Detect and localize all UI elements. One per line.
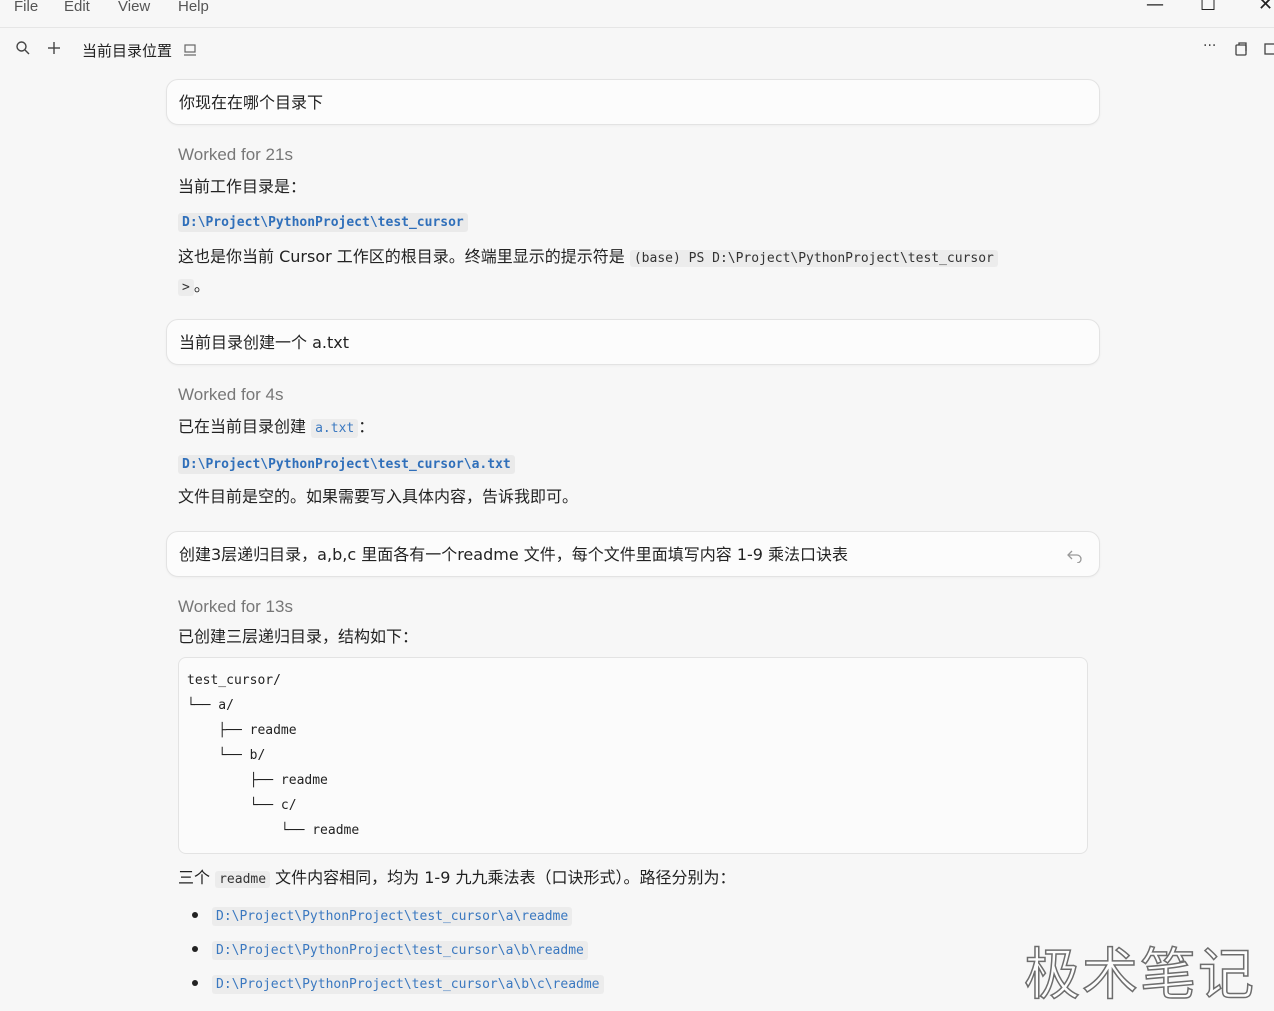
- user-message-text: 你现在在哪个目录下: [179, 93, 324, 112]
- conversation: 你现在在哪个目录下 Worked for 21s 当前工作目录是： D:\Pro…: [166, 79, 1100, 1000]
- search-icon[interactable]: [15, 40, 31, 60]
- user-message-text: 创建3层递归目录，a,b,c 里面各有一个readme 文件，每个文件里面填写内…: [179, 545, 849, 564]
- path-line: D:\Project\PythonProject\test_cursor: [178, 209, 1088, 235]
- panel-icon[interactable]: [1264, 41, 1274, 61]
- tree-line: ├── readme: [187, 773, 328, 788]
- menu-edit[interactable]: Edit: [64, 0, 90, 15]
- response-heading: 当前工作目录是：: [178, 177, 307, 196]
- response-heading: 已创建三层递归目录，结构如下：: [178, 627, 419, 646]
- user-message[interactable]: 当前目录创建一个 a.txt: [166, 319, 1100, 365]
- tree-line: ├── readme: [187, 723, 297, 738]
- list-item: D:\Project\PythonProject\test_cursor\a\b…: [178, 932, 1100, 966]
- menu-help[interactable]: Help: [178, 0, 209, 15]
- list-item: D:\Project\PythonProject\test_cursor\a\b…: [178, 966, 1100, 1000]
- maximize-button[interactable]: ☐: [1200, 0, 1216, 15]
- menu-view[interactable]: View: [118, 0, 150, 15]
- note-end: 。: [193, 276, 210, 295]
- response-summary: 三个 readme 文件内容相同，均为 1-9 九九乘法表（口诀形式）。路径分别…: [178, 866, 1088, 892]
- worked-duration[interactable]: Worked for 13s: [178, 597, 1088, 617]
- prompt-code: (base) PS D:\Project\PythonProject\test_…: [629, 250, 998, 267]
- restore-icon[interactable]: [1067, 532, 1083, 578]
- response-note: 文件目前是空的。如果需要写入具体内容，告诉我即可。: [178, 487, 579, 506]
- path-code[interactable]: D:\Project\PythonProject\test_cursor\a.t…: [178, 455, 515, 474]
- export-icon[interactable]: [1234, 41, 1248, 61]
- list-item: D:\Project\PythonProject\test_cursor\a\r…: [178, 898, 1100, 932]
- minimize-button[interactable]: —: [1146, 0, 1164, 15]
- close-button[interactable]: ✕: [1258, 0, 1273, 15]
- summary-text: 三个: [178, 868, 216, 887]
- user-message[interactable]: 你现在在哪个目录下: [166, 79, 1100, 125]
- file-code[interactable]: a.txt: [311, 419, 359, 438]
- response-heading: 已在当前目录创建 a.txt：: [178, 415, 1088, 441]
- tree-line: └── b/: [187, 748, 266, 763]
- path-link[interactable]: D:\Project\PythonProject\test_cursor\a\b…: [212, 941, 588, 960]
- user-message[interactable]: 创建3层递归目录，a,b,c 里面各有一个readme 文件，每个文件里面填写内…: [166, 531, 1100, 577]
- menu-file[interactable]: File: [14, 0, 38, 15]
- tree-line: └── c/: [187, 798, 297, 813]
- readme-code: readme: [215, 871, 271, 888]
- chat-toolbar: 当前目录位置 ···: [0, 28, 1274, 72]
- tree-line: └── readme: [187, 823, 360, 838]
- worked-duration[interactable]: Worked for 4s: [178, 385, 1088, 405]
- tree-line: test_cursor/: [187, 673, 281, 688]
- path-list: D:\Project\PythonProject\test_cursor\a\r…: [166, 898, 1100, 1000]
- watermark-logo: 极术笔记: [1023, 942, 1256, 1009]
- tree-code-block[interactable]: test_cursor/ └── a/ ├── readme └── b/ ├─…: [178, 657, 1088, 854]
- response-note: 这也是你当前 Cursor 工作区的根目录。终端里显示的提示符是 (base) …: [178, 243, 1078, 301]
- summary-text-end: 文件内容相同，均为 1-9 九九乘法表（口诀形式）。路径分别为：: [270, 868, 736, 887]
- path-line: D:\Project\PythonProject\test_cursor\a.t…: [178, 451, 1088, 477]
- chat-title: 当前目录位置: [82, 42, 173, 60]
- worked-duration[interactable]: Worked for 21s: [178, 145, 1088, 165]
- menu-bar: File Edit View Help — ☐ ✕: [0, 0, 1274, 28]
- more-icon[interactable]: ···: [1203, 38, 1216, 54]
- note-text: 这也是你当前 Cursor 工作区的根目录。终端里显示的提示符是: [178, 247, 630, 266]
- prompt-code-end: >: [178, 279, 194, 296]
- path-link[interactable]: D:\Project\PythonProject\test_cursor\a\r…: [212, 907, 573, 926]
- heading-text: 已在当前目录创建: [178, 417, 312, 436]
- heading-colon: ：: [358, 417, 375, 436]
- path-code[interactable]: D:\Project\PythonProject\test_cursor: [178, 213, 468, 232]
- chat-mode-icon[interactable]: [183, 42, 197, 61]
- tree-line: └── a/: [187, 698, 234, 713]
- user-message-text: 当前目录创建一个 a.txt: [179, 333, 349, 352]
- new-chat-icon[interactable]: [46, 40, 62, 60]
- path-link[interactable]: D:\Project\PythonProject\test_cursor\a\b…: [212, 975, 604, 994]
